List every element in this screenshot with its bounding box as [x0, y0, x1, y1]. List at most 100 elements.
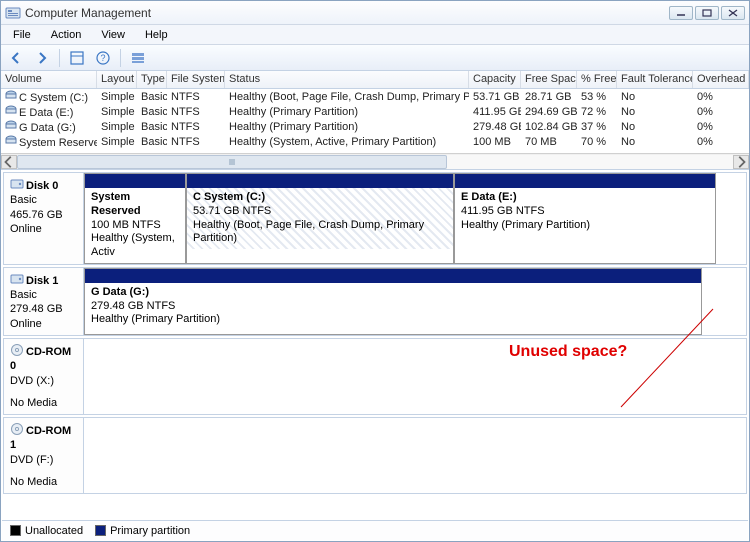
volume-ft: No — [617, 121, 693, 133]
disk-block: Disk 1Basic279.48 GBOnlineG Data (G:)279… — [3, 267, 747, 336]
col-fault-tolerance[interactable]: Fault Tolerance — [617, 71, 693, 88]
cdrom-sub1: DVD (X:) — [10, 375, 54, 387]
partition-size: 100 MB NTFS — [91, 219, 179, 233]
volume-name: System Reserved — [19, 137, 97, 149]
partition[interactable]: E Data (E:)411.95 GB NTFSHealthy (Primar… — [454, 173, 716, 264]
detail-view-button[interactable] — [127, 48, 149, 68]
volume-free: 28.71 GB — [521, 91, 577, 103]
partition[interactable]: G Data (G:)279.48 GB NTFSHealthy (Primar… — [84, 268, 702, 335]
col-type[interactable]: Type — [137, 71, 167, 88]
forward-button[interactable] — [31, 48, 53, 68]
maximize-button[interactable] — [695, 6, 719, 20]
toolbar: ? — [1, 45, 749, 71]
legend-primary: Primary partition — [95, 525, 190, 537]
back-button[interactable] — [5, 48, 27, 68]
cdrom-partitions — [84, 339, 746, 414]
window-title: Computer Management — [25, 6, 669, 20]
partition-size: 53.71 GB NTFS — [193, 205, 447, 219]
volume-status: Healthy (System, Active, Primary Partiti… — [225, 136, 469, 148]
volume-capacity: 100 MB — [469, 136, 521, 148]
volume-type: Basic — [137, 136, 167, 148]
partition-bar — [187, 174, 453, 188]
col-freespace[interactable]: Free Space — [521, 71, 577, 88]
cd-icon — [10, 343, 24, 357]
volume-status: Healthy (Primary Partition) — [225, 121, 469, 133]
legend-unallocated: Unallocated — [10, 525, 83, 537]
scroll-thumb[interactable] — [17, 155, 447, 169]
volume-overhead: 0% — [693, 136, 749, 148]
disk-name: Disk 0 — [26, 180, 58, 192]
disk-label[interactable]: Disk 1Basic279.48 GBOnline — [4, 268, 84, 335]
scroll-track[interactable] — [17, 155, 733, 169]
volume-layout: Simple — [97, 121, 137, 133]
volume-layout: Simple — [97, 106, 137, 118]
volume-row[interactable]: G Data (G:)SimpleBasicNTFSHealthy (Prima… — [1, 119, 749, 134]
volume-pctfree: 72 % — [577, 106, 617, 118]
disk-partitions: G Data (G:)279.48 GB NTFSHealthy (Primar… — [84, 268, 746, 335]
volume-free: 294.69 GB — [521, 106, 577, 118]
col-volume[interactable]: Volume — [1, 71, 97, 88]
horizontal-scrollbar[interactable] — [1, 153, 749, 169]
disk-sub3: Online — [10, 223, 42, 235]
menu-help[interactable]: Help — [137, 27, 176, 43]
menu-action[interactable]: Action — [43, 27, 90, 43]
menu-file[interactable]: File — [5, 27, 39, 43]
col-layout[interactable]: Layout — [97, 71, 137, 88]
drive-icon — [5, 119, 17, 131]
partition[interactable]: C System (C:)53.71 GB NTFSHealthy (Boot,… — [186, 173, 454, 264]
volume-ft: No — [617, 106, 693, 118]
scroll-right-button[interactable] — [733, 155, 749, 169]
volume-row[interactable]: E Data (E:)SimpleBasicNTFSHealthy (Prima… — [1, 104, 749, 119]
disk-sub2: 465.76 GB — [10, 209, 63, 221]
col-pctfree[interactable]: % Free — [577, 71, 617, 88]
menu-view[interactable]: View — [93, 27, 133, 43]
volume-list-header: Volume Layout Type File System Status Ca… — [1, 71, 749, 89]
partition[interactable]: System Reserved100 MB NTFSHealthy (Syste… — [84, 173, 186, 264]
disk-name: Disk 1 — [26, 275, 58, 287]
volume-name: C System (C:) — [19, 92, 88, 104]
svg-text:?: ? — [100, 53, 105, 63]
partition-name: System Reserved — [91, 191, 179, 219]
disk-label[interactable]: Disk 0 Basic 465.76 GB Online — [4, 173, 84, 264]
partition-size: 411.95 GB NTFS — [461, 205, 709, 219]
cdrom-partitions — [84, 418, 746, 493]
volume-capacity: 279.48 GB — [469, 121, 521, 133]
volume-name: E Data (E:) — [19, 107, 73, 119]
disk-sub2: 279.48 GB — [10, 303, 63, 315]
disk-sub1: Basic — [10, 194, 37, 206]
col-capacity[interactable]: Capacity — [469, 71, 521, 88]
volume-pctfree: 37 % — [577, 121, 617, 133]
volume-free: 70 MB — [521, 136, 577, 148]
toolbar-separator — [120, 49, 121, 67]
swatch-black — [10, 525, 21, 536]
volume-row[interactable]: System ReservedSimpleBasicNTFSHealthy (S… — [1, 134, 749, 149]
drive-icon — [5, 134, 17, 146]
scroll-left-button[interactable] — [1, 155, 17, 169]
volume-fs: NTFS — [167, 121, 225, 133]
volume-pctfree: 70 % — [577, 136, 617, 148]
close-button[interactable] — [721, 6, 745, 20]
partition-name: G Data (G:) — [91, 286, 695, 300]
titlebar: Computer Management — [1, 1, 749, 25]
help-button[interactable]: ? — [92, 48, 114, 68]
volume-ft: No — [617, 91, 693, 103]
cdrom-label[interactable]: CD-ROM 1DVD (F:)No Media — [4, 418, 84, 493]
toolbar-separator — [59, 49, 60, 67]
swatch-blue — [95, 525, 106, 536]
col-overhead[interactable]: Overhead — [693, 71, 749, 88]
cdrom-label[interactable]: CD-ROM 0DVD (X:)No Media — [4, 339, 84, 414]
volume-status: Healthy (Primary Partition) — [225, 106, 469, 118]
partition-status: Healthy (System, Activ — [91, 232, 179, 260]
partition-size: 279.48 GB NTFS — [91, 300, 695, 314]
col-filesystem[interactable]: File System — [167, 71, 225, 88]
volume-row[interactable]: C System (C:)SimpleBasicNTFSHealthy (Boo… — [1, 89, 749, 104]
col-status[interactable]: Status — [225, 71, 469, 88]
volume-status: Healthy (Boot, Page File, Crash Dump, Pr… — [225, 91, 469, 103]
volume-capacity: 53.71 GB — [469, 91, 521, 103]
volume-layout: Simple — [97, 91, 137, 103]
disk-partitions: System Reserved100 MB NTFSHealthy (Syste… — [84, 173, 746, 264]
refresh-button[interactable] — [66, 48, 88, 68]
cdrom-nomedia: No Media — [10, 388, 77, 410]
minimize-button[interactable] — [669, 6, 693, 20]
main-content: Volume Layout Type File System Status Ca… — [1, 71, 749, 541]
